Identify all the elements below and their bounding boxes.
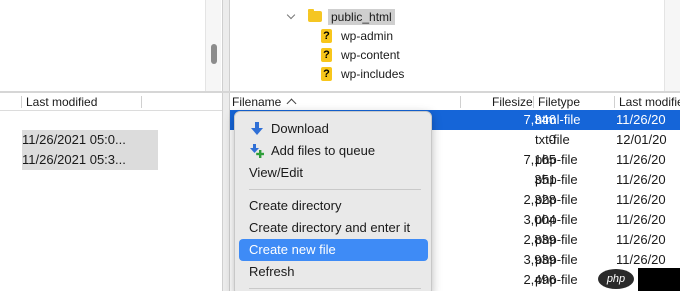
php-logo: php: [598, 269, 634, 289]
row-filetype: php-file: [535, 192, 578, 207]
local-list-row[interactable]: 11/26/2021 05:0...: [22, 130, 158, 150]
tree-item-wp-includes[interactable]: ? wp-includes: [321, 64, 404, 83]
watermark-block: [638, 268, 680, 291]
tree-item-wp-admin[interactable]: ? wp-admin: [321, 26, 393, 45]
menu-item-label: Create directory: [249, 198, 342, 213]
column-header-filename[interactable]: Filename: [232, 95, 281, 109]
column-separator[interactable]: [21, 96, 22, 108]
menu-separator: [249, 288, 421, 289]
chevron-down-icon[interactable]: [286, 12, 296, 22]
menu-item-create-new-file[interactable]: Create new file: [239, 239, 428, 261]
column-header-last-modified[interactable]: Last modified: [26, 95, 97, 109]
row-last-modified: 11/26/20: [616, 212, 666, 227]
row-last-modified: 11/26/20: [616, 172, 666, 187]
local-tree-scrollbar[interactable]: [205, 0, 221, 91]
row-filetype: html-file: [535, 112, 581, 127]
menu-item-label: Refresh: [249, 264, 295, 279]
menu-item-label: Add files to queue: [271, 143, 376, 158]
column-header-filesize[interactable]: Filesize: [492, 95, 533, 109]
unknown-status-icon: ?: [321, 28, 332, 43]
menu-item-label: Create directory and enter it: [249, 220, 411, 235]
menu-item-add-files-to-queue[interactable]: Add files to queue: [239, 140, 428, 162]
unknown-status-icon: ?: [321, 66, 332, 81]
column-separator[interactable]: [141, 96, 142, 108]
add-to-queue-icon: [250, 144, 264, 158]
menu-separator: [249, 189, 421, 190]
row-last-modified: 11/26/2021 05:0...: [22, 132, 126, 147]
column-header-last-modified[interactable]: Last modifie: [619, 95, 680, 109]
pane-splitter[interactable]: [222, 0, 230, 291]
tree-item-public-html[interactable]: public_html: [286, 7, 395, 26]
tree-item-wp-content[interactable]: ? wp-content: [321, 45, 400, 64]
row-filetype: php-file: [535, 172, 578, 187]
row-last-modified: 11/26/20: [616, 232, 666, 247]
local-tree-scrollbar-thumb[interactable]: [211, 44, 217, 64]
menu-item-download[interactable]: Download: [239, 118, 428, 140]
menu-item-label: Create new file: [249, 242, 336, 257]
remote-tree-scrollbar[interactable]: [664, 0, 680, 91]
download-arrow-icon: [251, 122, 263, 135]
local-tree-pane[interactable]: [0, 0, 222, 91]
tree-item-label: wp-includes: [341, 66, 405, 81]
local-list-row[interactable]: 11/26/2021 05:3...: [22, 150, 158, 170]
row-filetype: php-file: [535, 232, 578, 247]
unknown-status-icon: ?: [321, 47, 332, 62]
remote-tree-pane[interactable]: public_html ? wp-admin ? wp-content ? wp…: [230, 0, 680, 91]
sort-ascending-icon[interactable]: [287, 98, 295, 106]
row-last-modified: 11/26/20: [616, 110, 680, 130]
row-filetype: php-file: [535, 152, 578, 167]
row-filetype: php-file: [535, 212, 578, 227]
tree-item-label: wp-admin: [341, 28, 394, 43]
row-last-modified: 11/26/2021 05:3...: [22, 152, 126, 167]
column-header-filetype[interactable]: Filetype: [538, 95, 580, 109]
local-list-header: Last modified: [0, 93, 222, 111]
menu-item-label: Download: [271, 121, 329, 136]
row-last-modified: 11/26/20: [616, 152, 666, 167]
row-last-modified: 12/01/20: [616, 132, 667, 147]
menu-item-create-directory[interactable]: Create directory: [239, 195, 428, 217]
column-separator[interactable]: [533, 96, 534, 108]
watermark-logo: php: [598, 266, 680, 291]
context-menu: Download Add files to queue View/Edit Cr…: [234, 111, 432, 291]
menu-item-view-edit[interactable]: View/Edit: [239, 162, 428, 184]
remote-list-header: Filename Filesize Filetype Last modifie: [230, 93, 680, 111]
tree-item-label: wp-content: [341, 47, 400, 62]
row-last-modified: 11/26/20: [616, 192, 666, 207]
menu-item-refresh[interactable]: Refresh: [239, 261, 428, 283]
row-filetype: txt-file: [535, 132, 570, 147]
menu-item-label: View/Edit: [249, 165, 303, 180]
tree-item-label: public_html: [328, 8, 395, 25]
folder-icon: [308, 9, 322, 22]
column-separator[interactable]: [460, 96, 461, 108]
column-separator[interactable]: [614, 96, 615, 108]
menu-item-create-directory-and-enter[interactable]: Create directory and enter it: [239, 217, 428, 239]
